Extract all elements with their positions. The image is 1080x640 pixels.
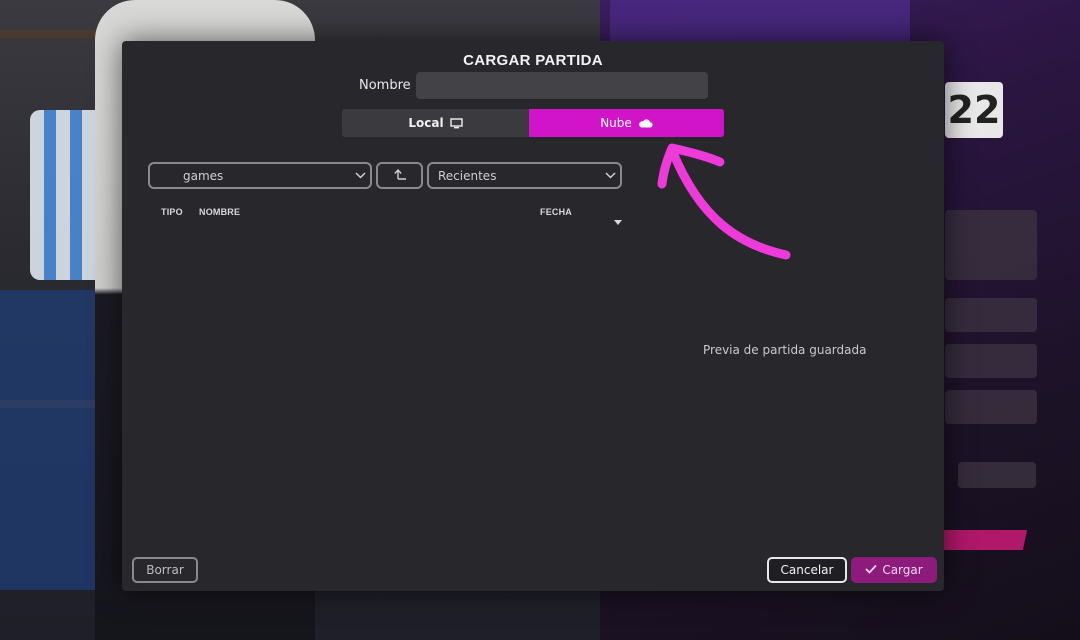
tab-cloud[interactable]: Nube	[529, 109, 724, 137]
tab-local[interactable]: Local	[342, 109, 529, 137]
cloud-icon	[638, 118, 653, 128]
sort-select[interactable]: Recientes	[427, 162, 622, 189]
chevron-down-icon	[600, 172, 620, 179]
background-panel	[945, 390, 1037, 424]
sort-select-value: Recientes	[438, 168, 497, 183]
load-button[interactable]: Cargar	[851, 557, 937, 583]
column-header-name[interactable]: NOMBRE	[199, 207, 240, 217]
checkmark-icon	[865, 563, 877, 577]
tab-local-label: Local	[408, 116, 444, 130]
monitor-icon	[449, 117, 463, 129]
background-panel	[945, 210, 1037, 280]
load-button-label: Cargar	[882, 563, 923, 577]
save-preview-placeholder: Previa de partida guardada	[703, 343, 867, 357]
background-panel	[958, 462, 1036, 488]
version-badge: 22	[945, 82, 1003, 138]
dialog-title: CARGAR PARTIDA	[463, 52, 603, 69]
folder-select[interactable]: games	[148, 162, 372, 189]
delete-button[interactable]: Borrar	[132, 557, 198, 583]
storage-toggle: Local Nube	[342, 109, 724, 137]
sort-descending-icon[interactable]	[614, 210, 622, 229]
chevron-down-icon	[350, 172, 370, 179]
load-game-dialog: CARGAR PARTIDA Nombre Local Nube games R…	[122, 41, 944, 591]
cancel-button[interactable]: Cancelar	[767, 557, 847, 583]
column-header-type[interactable]: TIPO	[161, 207, 183, 217]
name-label: Nombre	[359, 78, 411, 93]
folder-select-value: games	[183, 168, 224, 183]
folder-up-icon	[393, 168, 407, 183]
parent-folder-button[interactable]	[376, 162, 423, 189]
tab-cloud-label: Nube	[600, 116, 632, 130]
background-panel	[945, 298, 1037, 332]
background-panel	[945, 344, 1037, 378]
name-input[interactable]	[416, 72, 708, 99]
column-header-date[interactable]: FECHA	[540, 207, 572, 217]
